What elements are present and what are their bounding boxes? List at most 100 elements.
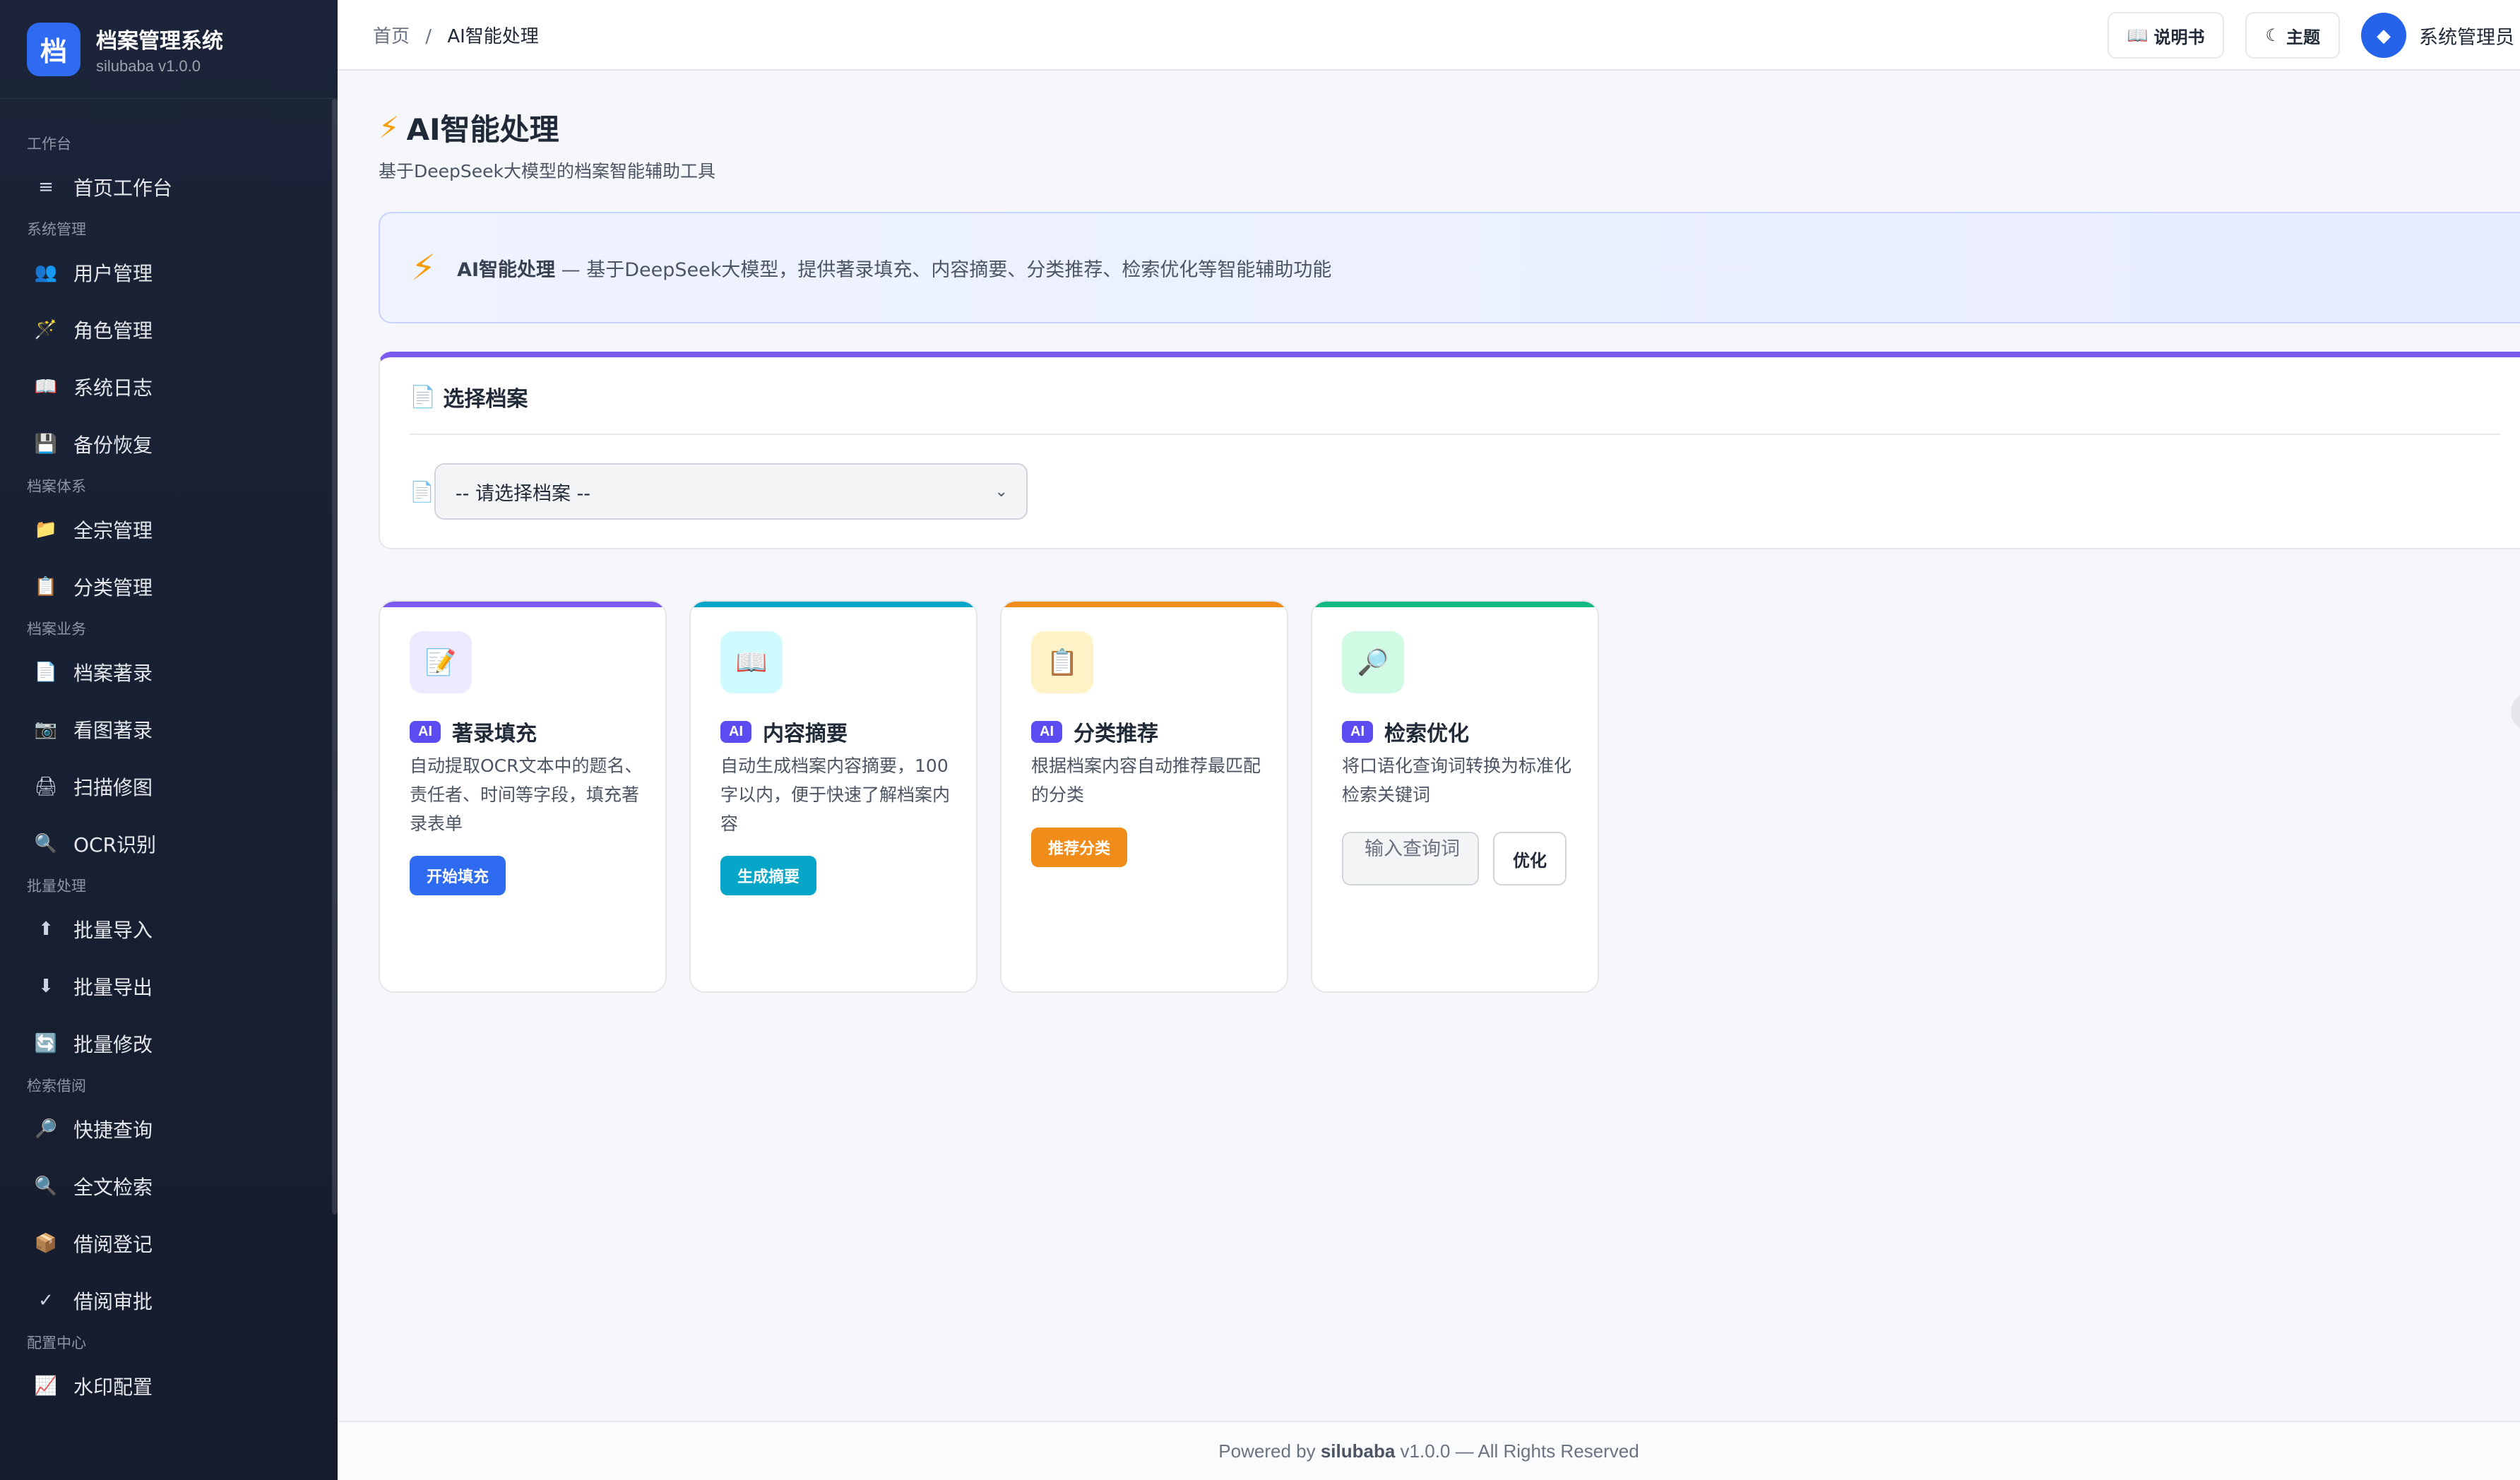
card-title: AI 内容摘要 xyxy=(720,716,848,747)
sidebar-item-label: 首页工作台 xyxy=(73,176,173,200)
sidebar-item[interactable]: ⬇ 批量导出 xyxy=(0,957,338,1015)
sidebar-item-label: 分类管理 xyxy=(73,575,153,599)
nav-group-title: 批量处理 xyxy=(27,878,86,895)
lightning-icon: ⚡ xyxy=(411,248,436,287)
sidebar-item[interactable]: 📁 全宗管理 xyxy=(0,501,338,558)
sidebar-item[interactable]: 💾 备份恢复 xyxy=(0,415,338,472)
sidebar-item[interactable]: 🪄 角色管理 xyxy=(0,301,338,358)
printer-icon: 🖨 xyxy=(34,775,58,797)
card-action-button[interactable]: 推荐分类 xyxy=(1031,828,1128,867)
magnifier-icon: 🔎 xyxy=(34,1118,58,1140)
sidebar-item-label: 看图著录 xyxy=(73,718,153,742)
search-icon: 🔍 xyxy=(34,1175,58,1197)
sidebar-item[interactable]: 🔍 OCR识别 xyxy=(0,815,338,872)
sidebar-item-label: 系统日志 xyxy=(73,376,153,400)
sidebar-item-label: 角色管理 xyxy=(73,318,153,342)
nav-group-title: 档案体系 xyxy=(27,478,86,495)
card-title: AI 分类推荐 xyxy=(1031,716,1158,747)
sidebar-item-label: 批量导入 xyxy=(73,918,153,942)
sidebar-item-label: 全宗管理 xyxy=(73,518,153,542)
sidebar-item[interactable]: 🔍 全文检索 xyxy=(0,1157,338,1215)
sidebar-item-label: 档案著录 xyxy=(73,661,153,685)
card-name: 著录填充 xyxy=(452,722,537,746)
page-title: ⚡ AI智能处理 xyxy=(379,106,715,149)
nav-group-title: 系统管理 xyxy=(27,221,86,238)
info-banner: ⚡ AI智能处理 — 基于DeepSeek大模型，提供著录填充、内容摘要、分类推… xyxy=(379,212,2520,323)
sidebar-item[interactable]: 📄 档案著录 xyxy=(0,643,338,700)
sidebar-item[interactable]: 📖 系统日志 xyxy=(0,358,338,415)
optimize-button[interactable]: 优化 xyxy=(1493,832,1567,885)
sidebar: 档 档案管理系统 silubaba v1.0.0 工作台 ≡ 首页工作台 系统管理 👥 用… xyxy=(0,0,338,1480)
search-icon: 🔍 xyxy=(34,832,58,854)
page-title-text: AI智能处理 xyxy=(406,112,559,147)
manual-label: 说明书 xyxy=(2153,27,2205,47)
user-menu[interactable]: ◆ 系统管理员 xyxy=(2361,13,2520,58)
sidebar-item[interactable]: 👥 用户管理 xyxy=(0,244,338,301)
nav-group-title: 档案业务 xyxy=(27,621,86,638)
select-row: 📄 -- 请选择档案 -- ⌄ xyxy=(410,463,1028,520)
sidebar-item-label: 水印配置 xyxy=(73,1375,153,1399)
ai-badge: AI xyxy=(410,720,441,743)
divider xyxy=(410,434,2500,435)
breadcrumb-home[interactable]: 首页 xyxy=(373,26,410,47)
breadcrumb-current: AI智能处理 xyxy=(447,25,539,47)
top-actions: 📖 说明书 ☾ 主题 ◆ 系统管理员 xyxy=(2107,0,2520,71)
sidebar-item[interactable]: 📋 分类管理 xyxy=(0,558,338,615)
clipboard-icon: 📋 xyxy=(34,575,58,597)
brand[interactable]: 档 档案管理系统 silubaba v1.0.0 xyxy=(0,0,338,99)
card-title: AI 著录填充 xyxy=(410,716,537,747)
card-name: 检索优化 xyxy=(1384,722,1469,746)
feature-card: 📝 AI 著录填充 自动提取OCR文本中的题名、责任者、时间等字段，填充著录表单 开始填… xyxy=(379,600,667,993)
sidebar-item-label: 全文检索 xyxy=(73,1175,153,1199)
card-name: 分类推荐 xyxy=(1074,722,1158,746)
ai-badge: AI xyxy=(1342,720,1373,743)
chart-icon: 📈 xyxy=(34,1375,58,1397)
banner-strong: AI智能处理 xyxy=(457,258,556,281)
brand-title: 档案管理系统 xyxy=(96,28,223,54)
package-icon: 📦 xyxy=(34,1232,58,1254)
sidebar-item-label: 备份恢复 xyxy=(73,433,153,457)
check-icon: ✓ xyxy=(38,1289,54,1311)
card-accent-bar xyxy=(380,602,665,607)
moon-icon: ☾ xyxy=(2265,25,2281,45)
sidebar-item[interactable]: ⬆ 批量导入 xyxy=(0,900,338,957)
sidebar-item[interactable]: ≡ 首页工作台 xyxy=(0,158,338,215)
sidebar-item[interactable]: 📷 看图著录 xyxy=(0,700,338,758)
card-accent-bar xyxy=(1002,602,1287,607)
theme-button[interactable]: ☾ 主题 xyxy=(2245,12,2340,59)
breadcrumb-separator: / xyxy=(425,25,432,47)
card-action-button[interactable]: 生成摘要 xyxy=(720,856,817,895)
side-panel-handle[interactable] xyxy=(2511,692,2520,732)
sidebar-item-label: 借阅审批 xyxy=(73,1289,153,1313)
sidebar-item[interactable]: 📦 借阅登记 xyxy=(0,1215,338,1272)
brand-logo: 档 xyxy=(27,22,81,76)
lightning-icon: ⚡ xyxy=(379,110,400,145)
sidebar-item-label: 批量导出 xyxy=(73,975,153,999)
nav-group-title: 配置中心 xyxy=(27,1335,86,1351)
manual-button[interactable]: 📖 说明书 xyxy=(2107,12,2225,59)
document-icon: 📄 xyxy=(410,384,436,410)
sidebar-item[interactable]: 🔎 快捷查询 xyxy=(0,1100,338,1157)
sidebar-item-label: 扫描修图 xyxy=(73,775,153,799)
card-action-button[interactable]: 开始填充 xyxy=(410,856,506,895)
footer-suffix: v1.0.0 — All Rights Reserved xyxy=(1400,1440,1639,1462)
wand-icon: 🪄 xyxy=(34,318,58,340)
brand-version: silubaba v1.0.0 xyxy=(96,56,201,75)
archive-select[interactable]: -- 请选择档案 -- ⌄ xyxy=(434,463,1028,520)
archive-select-card: 📄 选择档案 📄 -- 请选择档案 -- ⌄ xyxy=(379,352,2520,549)
camera-icon: 📷 xyxy=(34,718,58,740)
ai-badge: AI xyxy=(720,720,751,743)
card-name: 内容摘要 xyxy=(763,722,848,746)
card-description: 自动生成档案内容摘要，100字以内，便于快速了解档案内容 xyxy=(720,756,951,834)
sidebar-scrollbar[interactable] xyxy=(332,99,338,1215)
sidebar-item[interactable]: 🔄 批量修改 xyxy=(0,1015,338,1072)
footer: Powered by silubaba v1.0.0 — All Rights … xyxy=(338,1421,2520,1480)
sidebar-item[interactable]: 📈 水印配置 xyxy=(0,1357,338,1414)
sidebar-nav: 工作台 ≡ 首页工作台 系统管理 👥 用户管理 🪄 角色管理 📖 系统日志 💾 备份恢复 档案体系 📁 全宗… xyxy=(0,99,338,1414)
chevron-down-icon: ⌄ xyxy=(994,482,1008,501)
query-input[interactable]: 输入查询词 xyxy=(1342,832,1479,885)
document-icon: 📄 xyxy=(34,661,58,683)
sidebar-item[interactable]: ✓ 借阅审批 xyxy=(0,1272,338,1329)
sidebar-item-label: 借阅登记 xyxy=(73,1232,153,1256)
sidebar-item[interactable]: 🖨 扫描修图 xyxy=(0,758,338,815)
